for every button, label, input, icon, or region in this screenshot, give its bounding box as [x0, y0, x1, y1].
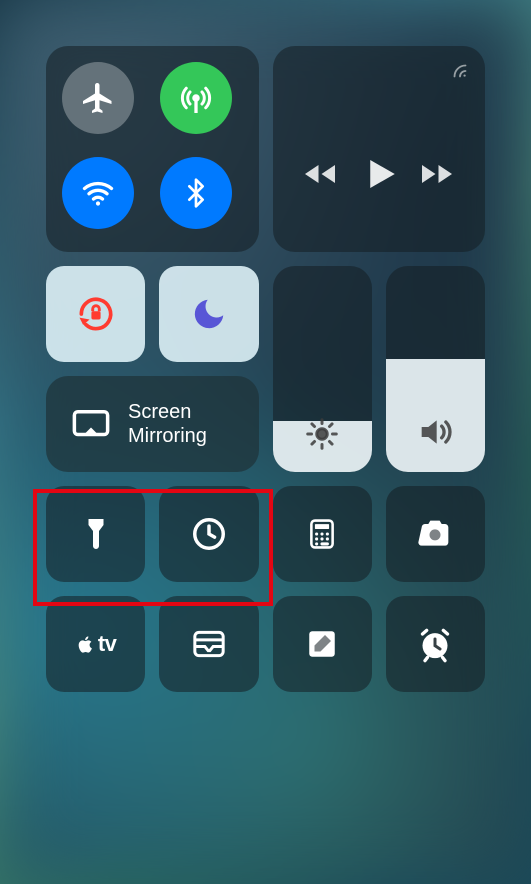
notes-icon	[304, 626, 340, 662]
media-module[interactable]	[273, 46, 486, 252]
brightness-icon	[304, 416, 340, 452]
bluetooth-button[interactable]	[160, 157, 232, 229]
calculator-button[interactable]	[273, 486, 372, 582]
cellular-button[interactable]	[160, 62, 232, 134]
forward-button[interactable]	[419, 156, 455, 192]
wifi-button[interactable]	[62, 157, 134, 229]
volume-icon	[415, 412, 455, 452]
wallet-button[interactable]	[159, 596, 258, 692]
do-not-disturb-button[interactable]	[159, 266, 258, 362]
volume-slider[interactable]	[386, 266, 485, 472]
flashlight-button[interactable]	[46, 486, 145, 582]
timer-button[interactable]	[159, 486, 258, 582]
tv-label: tv	[98, 631, 117, 657]
screen-mirroring-icon	[70, 403, 112, 445]
timer-icon	[190, 515, 228, 553]
camera-button[interactable]	[386, 486, 485, 582]
apple-tv-button[interactable]: tv	[46, 596, 145, 692]
airplay-indicator	[449, 60, 471, 87]
moon-icon	[190, 295, 228, 333]
connectivity-module[interactable]	[46, 46, 259, 252]
alarm-button[interactable]	[386, 596, 485, 692]
notes-button[interactable]	[273, 596, 372, 692]
calculator-icon	[305, 517, 339, 551]
wifi-icon	[80, 175, 116, 211]
cellular-icon	[178, 80, 214, 116]
control-center: Screen Mirroring	[0, 0, 531, 738]
camera-icon	[415, 514, 455, 554]
screen-mirroring-label: Screen Mirroring	[128, 400, 207, 448]
screen-mirroring-button[interactable]: Screen Mirroring	[46, 376, 259, 472]
bluetooth-icon	[180, 177, 212, 209]
orientation-lock-button[interactable]	[46, 266, 145, 362]
play-button[interactable]	[358, 153, 400, 195]
airplane-mode-button[interactable]	[62, 62, 134, 134]
airplay-waves-icon	[449, 60, 471, 82]
orientation-lock-icon	[74, 292, 118, 336]
brightness-slider[interactable]	[273, 266, 372, 472]
apple-logo-icon	[75, 632, 95, 656]
flashlight-icon	[78, 516, 114, 552]
rewind-button[interactable]	[302, 156, 338, 192]
alarm-icon	[415, 624, 455, 664]
wallet-icon	[189, 624, 229, 664]
airplane-icon	[80, 80, 116, 116]
